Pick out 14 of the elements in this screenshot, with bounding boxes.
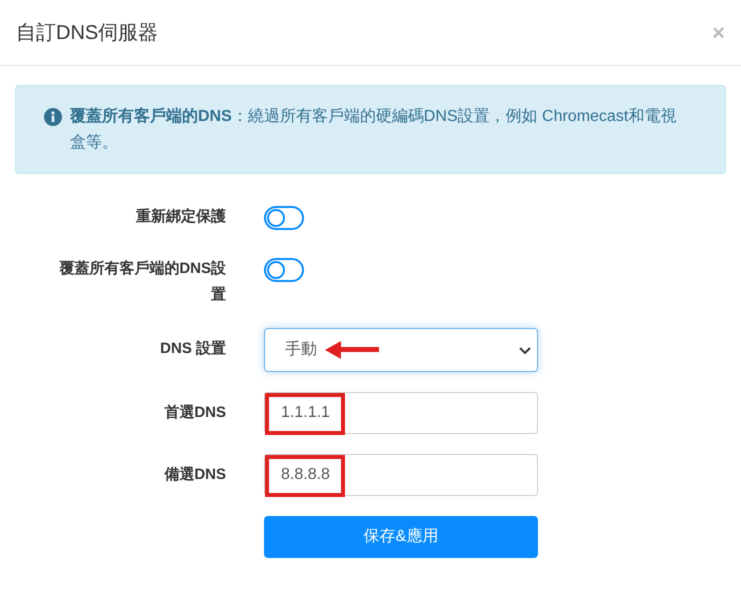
chevron-down-icon xyxy=(519,347,531,355)
field-label: 覆蓋所有客戶端的DNS設置 xyxy=(58,259,226,305)
dialog-title: 自訂DNS伺服器 xyxy=(16,20,158,46)
toggle-switch[interactable] xyxy=(264,258,304,282)
dns-input-field[interactable]: 1.1.1.1 xyxy=(264,392,538,434)
toggle-switch[interactable] xyxy=(264,206,304,230)
dns-input-field[interactable]: 8.8.8.8 xyxy=(264,454,538,496)
alert-text: 覆蓋所有客戶端的DNS：繞過所有客戶端的硬編碼DNS設置，例如 Chromecast和電視盒等。 xyxy=(70,106,678,153)
info-icon xyxy=(44,108,62,126)
dns-select[interactable]: 手動 xyxy=(264,328,538,372)
field-label: 重新綁定保護 xyxy=(135,207,226,227)
field-label: 備選DNS xyxy=(163,465,226,485)
field-label: 首選DNS xyxy=(163,403,226,423)
field-label: DNS 設置 xyxy=(159,339,226,359)
